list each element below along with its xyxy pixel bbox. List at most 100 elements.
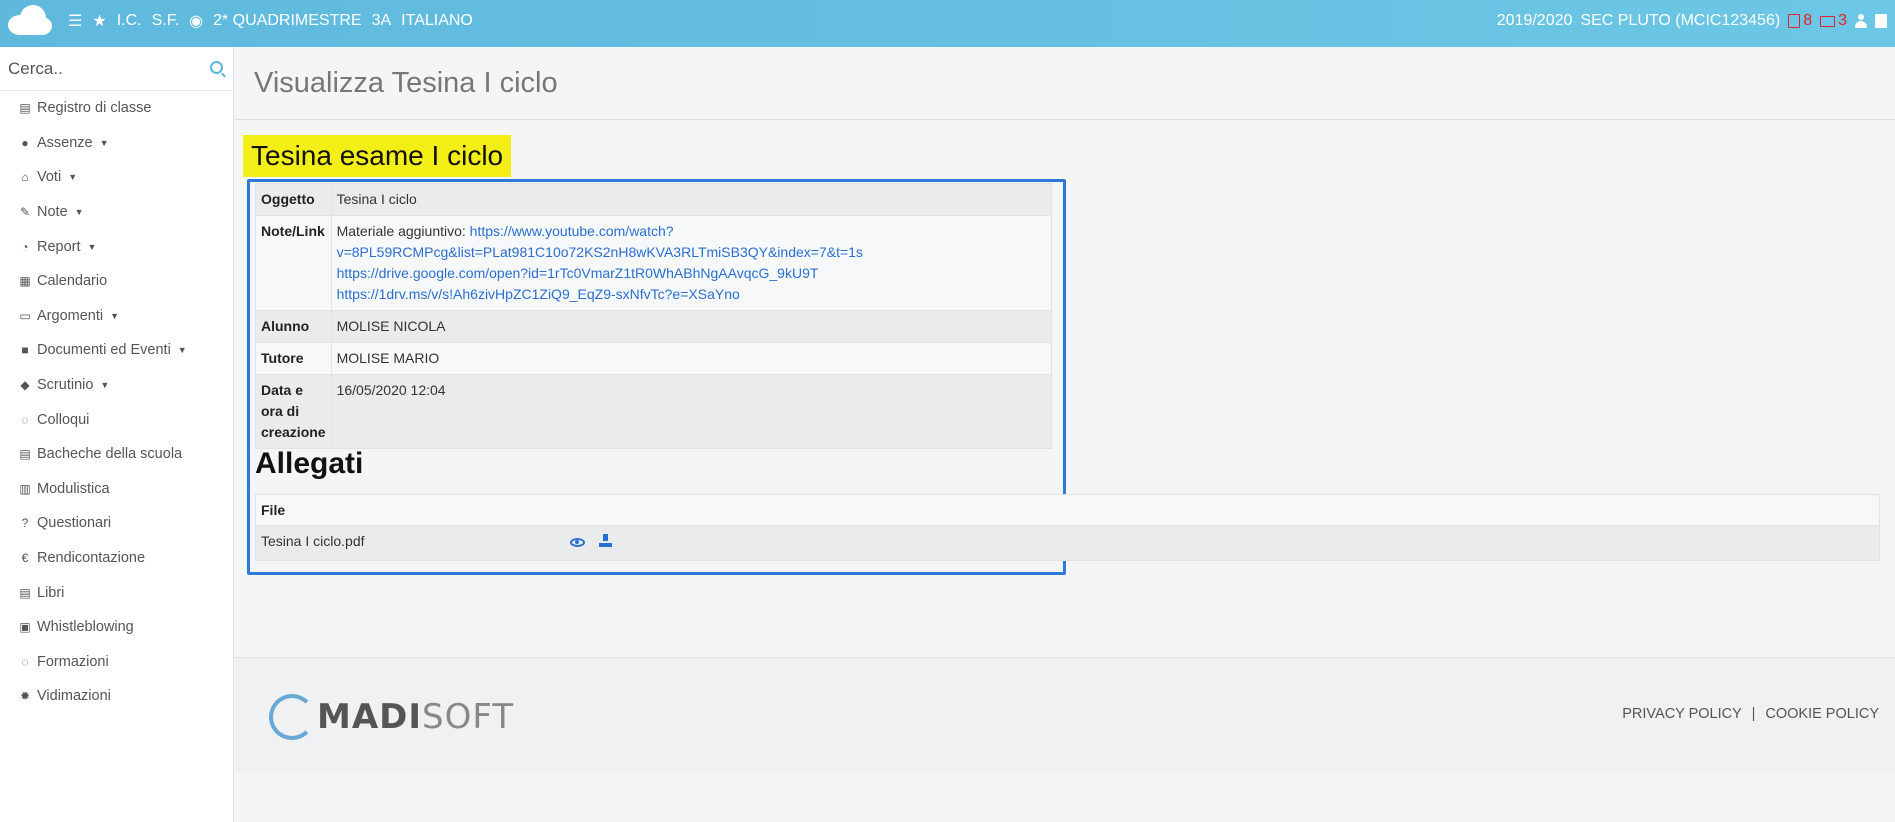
search-input[interactable] [0, 47, 233, 90]
privacy-policy-link[interactable]: PRIVACY POLICY [1622, 706, 1741, 722]
sidebar-item-bacheche-della-scuola[interactable]: ▤ Bacheche della scuola [0, 437, 233, 472]
sidebar-item-vidimazioni[interactable]: ✹ Vidimazioni [0, 679, 233, 714]
sidebar-item-label: Colloqui [37, 411, 90, 428]
sidebar-item-assenze[interactable]: ● Assenze ▼ [0, 126, 233, 161]
sidebar-item-note[interactable]: ✎ Note ▼ [0, 195, 233, 230]
certificate-icon: ✹ [19, 689, 31, 704]
download-icon [598, 534, 612, 548]
sidebar-item-label: Report [37, 238, 81, 255]
drive-link[interactable]: https://drive.google.com/open?id=1rTc0Vm… [337, 265, 819, 281]
sidebar-item-label: Assenze [37, 134, 93, 151]
sidebar-item-label: Libri [37, 584, 65, 601]
lock-icon: ▣ [19, 620, 31, 635]
sidebar-item-rendicontazione[interactable]: € Rendicontazione [0, 541, 233, 576]
comments-icon: ◌ [21, 412, 29, 427]
book-icon: ▤ [19, 585, 31, 600]
building-icon[interactable] [1875, 14, 1887, 28]
table-header-row: File [255, 494, 1880, 526]
sidebar-item-label: Registro di classe [37, 100, 152, 117]
top-bar: ☰ ★ I.C. S.F. ◉ 2* QUADRIMESTRE 3A ITALI… [0, 0, 1895, 47]
sidebar-item-report[interactable]: ◔ Report ▼ [0, 229, 233, 264]
sidebar-item-modulistica[interactable]: ▥ Modulistica [0, 472, 233, 507]
view-file-button[interactable] [569, 535, 595, 550]
sidebar-item-label: Voti [37, 169, 62, 186]
pie-chart-icon: ◔ [21, 239, 29, 254]
logo-swirl-icon [269, 694, 315, 740]
school-label: I.C. [116, 12, 142, 29]
download-file-button[interactable] [598, 534, 612, 550]
sidebar-item-label: Bacheche della scuola [37, 446, 183, 463]
data-label-line2: ora di [261, 403, 300, 419]
sidebar-item-libri[interactable]: ▤ Libri [0, 575, 233, 610]
page-header: Visualizza Tesina I ciclo [235, 47, 1895, 120]
comments-icon: ◌ [21, 654, 29, 669]
menu-icon[interactable]: ☰ [68, 11, 82, 31]
caret-down-icon: ▼ [110, 310, 120, 321]
calendar-icon: ▦ [19, 274, 31, 289]
school-year: 2019/2020 [1496, 12, 1573, 29]
sidebar-item-label: Modulistica [37, 480, 110, 497]
logo-text-bold: MADI [317, 697, 423, 737]
cookie-policy-link[interactable]: COOKIE POLICY [1765, 706, 1879, 722]
note-value: Materiale aggiuntivo: https://www.youtub… [330, 215, 1053, 311]
document-icon [1788, 14, 1801, 28]
cloud-logo-icon[interactable] [6, 4, 52, 36]
sidebar-item-label: Questionari [37, 515, 112, 532]
footer-separator: | [1751, 706, 1756, 722]
details-table: Oggetto Tesina I ciclo Note/Link Materia… [255, 183, 1053, 449]
fax-icon: ▥ [19, 481, 31, 496]
tutore-label: Tutore [255, 342, 332, 375]
oggetto-label: Oggetto [255, 183, 332, 216]
star-icon[interactable]: ★ [92, 11, 106, 31]
sidebar-item-label: Argomenti [37, 307, 104, 324]
documents-count: 8 [1803, 12, 1813, 29]
school-label-2: S.F. [151, 12, 180, 29]
file-cell: Tesina I ciclo.pdf [255, 524, 1880, 562]
sidebar-item-calendario[interactable]: ▦ Calendario [0, 264, 233, 299]
caret-down-icon: ▼ [68, 172, 78, 183]
sidebar-item-whistleblowing[interactable]: ▣ Whistleblowing [0, 610, 233, 645]
sidebar-item-colloqui[interactable]: ◌ Colloqui [0, 402, 233, 437]
sidebar-item-questionari[interactable]: ? Questionari [0, 506, 233, 541]
sidebar-item-documenti-ed-eventi[interactable]: ■ Documenti ed Eventi ▼ [0, 333, 233, 368]
youtube-link-part2[interactable]: v=8PL59RCMPcg&list=PLat981C10o72KS2nH8wK… [337, 244, 863, 260]
class-label: 3A [371, 12, 392, 29]
sidebar-item-label: Note [37, 204, 68, 221]
sidebar-item-label: Documenti ed Eventi [37, 342, 171, 359]
tutore-value: MOLISE MARIO [330, 342, 1053, 375]
file-column-header: File [255, 494, 1880, 526]
folder-open-icon: ▭ [19, 308, 31, 323]
mail-count: 3 [1838, 12, 1847, 29]
archive-icon: ■ [21, 343, 29, 358]
table-row: Oggetto Tesina I ciclo [255, 183, 1053, 216]
sidebar-item-label: Scrutinio [37, 377, 94, 394]
caret-down-icon: ▼ [74, 207, 84, 218]
youtube-link-part1[interactable]: https://www.youtube.com/watch? [470, 223, 674, 239]
user-icon: ● [21, 135, 29, 150]
eye-icon[interactable]: ◉ [189, 11, 203, 31]
envelope-icon [1820, 15, 1836, 27]
sidebar-item-formazioni[interactable]: ◌ Formazioni [0, 645, 233, 680]
sidebar-item-registro-di-classe[interactable]: ▤ Registro di classe [0, 91, 233, 126]
sidebar-item-label: Vidimazioni [37, 688, 111, 705]
graduation-cap-icon: ◆ [20, 378, 30, 393]
page-title: Visualizza Tesina I ciclo [254, 66, 558, 99]
sidebar-item-voti[interactable]: ⌂ Voti ▼ [0, 160, 233, 195]
main-content: Visualizza Tesina I ciclo Tesina esame I… [235, 47, 1895, 822]
search-icon[interactable] [210, 61, 223, 74]
table-row: Tesina I ciclo.pdf [255, 524, 1880, 562]
mail-notification[interactable]: 3 [1820, 12, 1847, 30]
data-label-line1: Data e [261, 382, 304, 398]
madisoft-logo: MADISOFT [269, 694, 514, 740]
onedrive-link[interactable]: https://1drv.ms/v/s!Ah6zivHpZC1ZiQ9_EqZ9… [337, 286, 740, 302]
documents-notification[interactable]: 8 [1788, 12, 1812, 30]
sidebar-item-argomenti[interactable]: ▭ Argomenti ▼ [0, 299, 233, 334]
data-value: 16/05/2020 12:04 [330, 374, 1053, 449]
note-label: Note/Link [255, 215, 332, 311]
table-row: Tutore MOLISE MARIO [255, 342, 1053, 375]
user-icon[interactable] [1855, 14, 1867, 28]
sidebar: ▤ Registro di classe ● Assenze ▼ ⌂ Voti ▼ ✎ Note ▼… [0, 47, 234, 822]
note-prefix: Materiale aggiuntivo: [336, 223, 466, 239]
period-label: 2* QUADRIMESTRE [213, 12, 362, 29]
sidebar-item-scrutinio[interactable]: ◆ Scrutinio ▼ [0, 368, 233, 403]
